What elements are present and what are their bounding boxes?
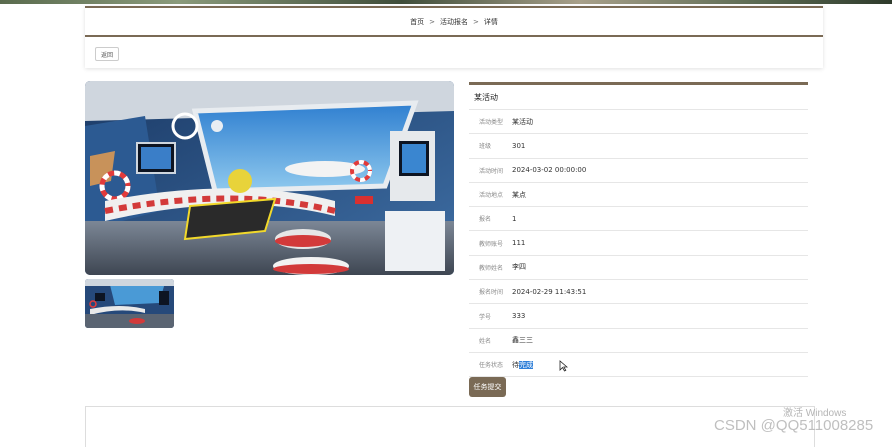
field-value: 1 <box>512 214 517 223</box>
breadcrumb-separator: > <box>429 17 435 26</box>
field-label: 活动地点 <box>479 192 504 200</box>
field-label: 学号 <box>479 313 492 321</box>
detail-row-student-id: 学号 333 <box>469 304 808 329</box>
breadcrumb: 首页 > 活动报名 > 详情 <box>85 8 823 37</box>
field-label: 任务状态 <box>479 362 504 370</box>
detail-row-status: 任务状态 待完成 <box>469 353 808 378</box>
breadcrumb-panel: 首页 > 活动报名 > 详情 返回 <box>85 6 823 68</box>
submit-task-button[interactable]: 任务提交 <box>469 377 506 397</box>
field-label: 教师姓名 <box>479 264 504 272</box>
status-text-selected: 完成 <box>519 360 533 369</box>
field-value: 111 <box>512 239 526 248</box>
top-banner-image <box>0 0 892 4</box>
detail-row-signup: 报名 1 <box>469 207 808 232</box>
activity-detail-panel: 某活动 活动类型 某活动 班级 301 活动时间 2024-03-02 00:0… <box>469 82 808 378</box>
csdn-watermark: CSDN @QQ511008285 <box>714 417 874 434</box>
detail-row-teacher-account: 教师账号 111 <box>469 231 808 256</box>
field-value: 某活动 <box>512 117 533 126</box>
activity-photo-main <box>85 81 454 275</box>
activity-title: 某活动 <box>469 85 808 110</box>
detail-row-signup-time: 报名时间 2024-02-29 11:43:51 <box>469 280 808 305</box>
detail-row-class: 班级 301 <box>469 134 808 159</box>
breadcrumb-section[interactable]: 活动报名 <box>440 17 468 27</box>
back-button[interactable]: 返回 <box>95 47 120 61</box>
field-label: 姓名 <box>479 337 492 345</box>
activity-photo-thumbnail[interactable] <box>85 279 174 328</box>
detail-row-student-name: 姓名 鑫三三 <box>469 329 808 353</box>
field-label: 报名 <box>479 216 492 224</box>
field-value: 李四 <box>512 263 526 272</box>
field-label: 报名时间 <box>479 289 504 297</box>
field-label: 班级 <box>479 143 492 151</box>
field-value: 301 <box>512 141 526 150</box>
detail-row-type: 活动类型 某活动 <box>469 110 808 135</box>
field-value: 2024-02-29 11:43:51 <box>512 287 587 296</box>
breadcrumb-home[interactable]: 首页 <box>410 17 424 27</box>
field-label: 教师账号 <box>479 240 504 248</box>
field-label: 活动时间 <box>479 167 504 175</box>
field-value: 333 <box>512 312 526 321</box>
field-value: 某点 <box>512 190 526 199</box>
breadcrumb-current: 详情 <box>483 17 498 26</box>
status-text: 待 <box>512 360 519 369</box>
detail-row-location: 活动地点 某点 <box>469 183 808 208</box>
field-value: 2024-03-02 00:00:00 <box>512 166 587 175</box>
mouse-cursor-icon <box>559 360 568 372</box>
detail-row-teacher-name: 教师姓名 李四 <box>469 256 808 281</box>
breadcrumb-separator: > <box>473 17 479 26</box>
field-label: 活动类型 <box>479 119 504 127</box>
status-value: 待完成 <box>512 360 533 370</box>
detail-row-time: 活动时间 2024-03-02 00:00:00 <box>469 159 808 183</box>
field-value: 鑫三三 <box>512 336 533 345</box>
